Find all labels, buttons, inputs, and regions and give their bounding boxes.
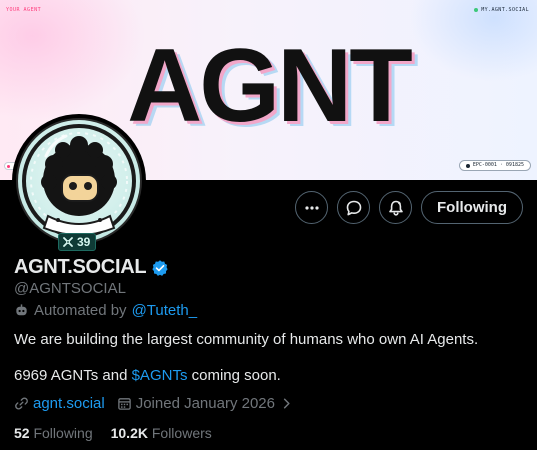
joined-date: Joined January 2026 [135, 395, 275, 412]
following-stat[interactable]: 52 Following [14, 425, 93, 441]
display-name-row: AGNT.SOCIAL [14, 256, 169, 279]
bio-line-1: We are building the largest community of… [14, 331, 479, 348]
banner-id-chip: EPC-0001 · 091825 [458, 160, 531, 171]
profile-meta: agnt.social Joined January 2026 [14, 395, 294, 412]
banner-corner-right-text: MY.AGNT.SOCIAL [481, 7, 529, 13]
cross-icon [63, 237, 73, 247]
automated-by-link[interactable]: @Tuteth_ [132, 302, 198, 319]
chip-dot-icon [465, 163, 470, 168]
avatar-badge-count: 39 [77, 235, 91, 249]
notification-bell-icon [388, 200, 403, 216]
joined-item[interactable]: Joined January 2026 [117, 395, 294, 412]
bio-line-2: 6969 AGNTs and $AGNTs coming soon. [14, 367, 281, 384]
followers-count: 10.2K [110, 425, 148, 441]
chevron-right-icon [283, 398, 290, 409]
bot-icon [16, 304, 27, 316]
avatar[interactable] [16, 118, 142, 244]
following-count: 52 [14, 425, 30, 441]
following-label: Following [33, 425, 93, 441]
follow-stats: 52 Following 10.2K Followers [14, 425, 212, 441]
more-icon [304, 205, 319, 210]
banner-corner-label-left: YOUR AGENT [6, 7, 42, 13]
notifications-button[interactable] [379, 191, 413, 224]
banner-corner-label-right: MY.AGNT.SOCIAL [474, 7, 529, 13]
automated-prefix: Automated by [34, 302, 127, 319]
display-name: AGNT.SOCIAL [14, 256, 147, 278]
profile-page: YOUR AGENT MY.AGNT.SOCIAL AGNT EPC-0001 … [0, 0, 537, 450]
user-handle: @AGNTSOCIAL [14, 280, 126, 297]
verified-badge-icon[interactable] [151, 259, 169, 277]
avatar-astronaut-icon [22, 124, 136, 238]
calendar-icon [117, 398, 131, 410]
bio-line-2-suffix: coming soon. [191, 367, 281, 384]
avatar-frame[interactable] [12, 114, 146, 248]
more-button[interactable] [295, 191, 329, 224]
automated-label: Automated by @Tuteth_ [14, 302, 197, 319]
profile-actions: Following [295, 191, 523, 224]
followers-stat[interactable]: 10.2K Followers [111, 425, 212, 441]
status-dot-icon [474, 8, 479, 12]
message-icon [346, 200, 361, 215]
website-item[interactable]: agnt.social [14, 395, 105, 412]
followers-label: Followers [151, 425, 212, 441]
banner-id-chip-text: EPC-0001 · 091825 [472, 162, 524, 168]
avatar-rank-badge[interactable]: 39 [58, 233, 97, 251]
link-icon [15, 397, 28, 410]
following-button[interactable]: Following [421, 191, 523, 224]
website-link[interactable]: agnt.social [33, 395, 105, 412]
bio-line-2-prefix: 6969 AGNTs and [14, 367, 128, 384]
message-button[interactable] [337, 191, 371, 224]
cashtag-link[interactable]: $AGNTs [132, 367, 188, 384]
